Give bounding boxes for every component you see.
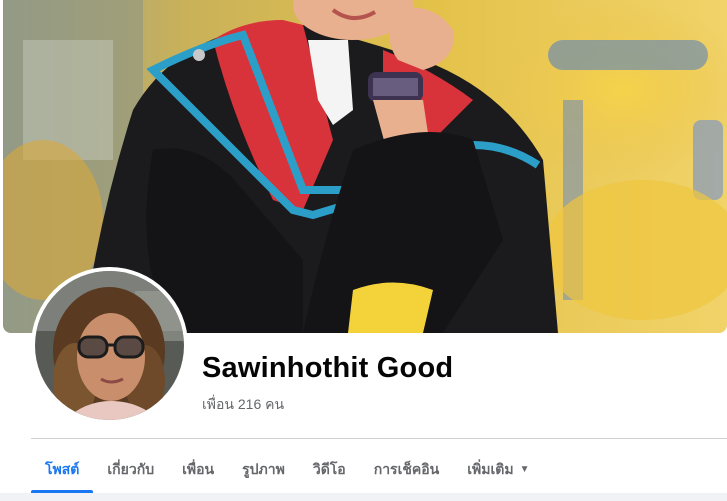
tab-label: การเช็คอิน [373, 460, 440, 477]
tab-label: เกี่ยวกับ [107, 460, 155, 477]
feed-background [0, 493, 727, 501]
friends-count[interactable]: เพื่อน 216 คน [202, 394, 284, 416]
tab-posts[interactable]: โพสต์ [31, 446, 94, 493]
profile-page: Sawinhothit Good เพื่อน 216 คน โพสต์ เกี… [0, 0, 727, 501]
divider [31, 438, 727, 439]
avatar-image [35, 271, 184, 420]
tab-friends[interactable]: เพื่อน [168, 446, 228, 493]
tab-more[interactable]: เพิ่มเติม ▼ [453, 446, 543, 493]
tab-label: โพสต์ [45, 460, 80, 477]
profile-tabs: โพสต์ เกี่ยวกับ เพื่อน รูปภาพ วิดีโอ การ… [31, 446, 543, 493]
tab-checkins[interactable]: การเช็คอิน [360, 446, 454, 493]
tab-photos[interactable]: รูปภาพ [228, 446, 299, 493]
tab-label: เพิ่มเติม [467, 460, 514, 477]
profile-name[interactable]: Sawinhothit Good [202, 352, 453, 385]
caret-down-icon: ▼ [519, 464, 530, 475]
profile-avatar[interactable] [31, 267, 188, 424]
tab-videos[interactable]: วิดีโอ [299, 446, 360, 493]
tab-about[interactable]: เกี่ยวกับ [93, 446, 168, 493]
tab-label: เพื่อน [182, 460, 215, 477]
tab-label: วิดีโอ [312, 460, 346, 477]
tab-label: รูปภาพ [242, 460, 285, 477]
